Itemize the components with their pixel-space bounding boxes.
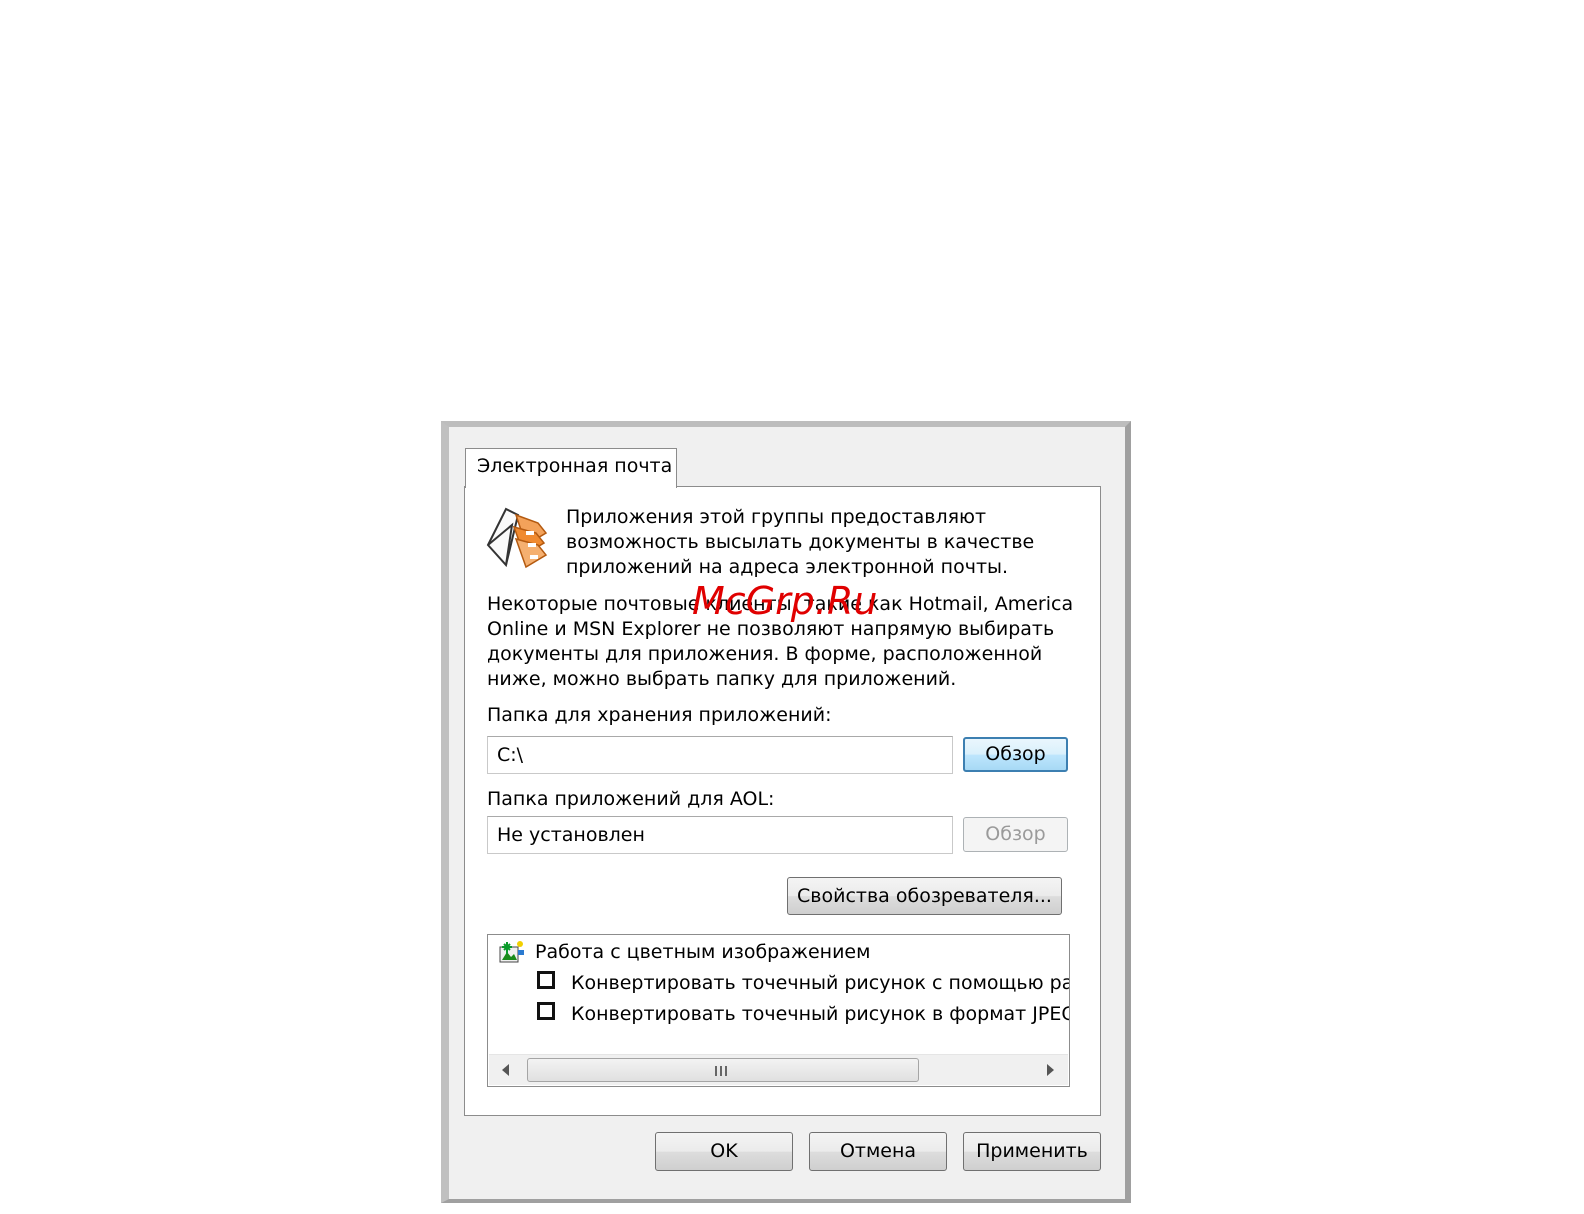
browser-properties-button[interactable]: Свойства обозревателя... bbox=[787, 877, 1062, 915]
attachments-browse-button[interactable]: Обзор bbox=[963, 737, 1068, 772]
scrollbar-thumb[interactable] bbox=[527, 1058, 919, 1082]
cancel-button[interactable]: Отмена bbox=[809, 1132, 947, 1171]
note-line-4: ниже, можно выбрать папку для приложений… bbox=[487, 668, 957, 690]
scroll-left-arrow-icon[interactable] bbox=[501, 1063, 511, 1077]
scroll-right-arrow-icon[interactable] bbox=[1045, 1063, 1055, 1077]
watermark: McGrp.Ru bbox=[692, 579, 878, 623]
attachments-folder-label: Папка для хранения приложений: bbox=[487, 704, 832, 726]
color-image-icon bbox=[499, 941, 524, 963]
attachments-folder-field[interactable]: C:\ bbox=[487, 736, 953, 774]
intro-line-2: возможность высылать документы в качеств… bbox=[566, 531, 1035, 553]
tab-email[interactable]: Электронная почта bbox=[465, 448, 677, 488]
aol-folder-field[interactable]: Не установлен bbox=[487, 816, 953, 854]
convert-bitmap-jpeg-checkbox[interactable] bbox=[537, 1002, 555, 1020]
convert-bitmap-compress-label: Конвертировать точечный рисунок с помощь… bbox=[571, 972, 1070, 994]
thumb-grip-icon bbox=[715, 1066, 727, 1076]
horizontal-scrollbar[interactable] bbox=[489, 1054, 1068, 1085]
intro-line-3: приложений на адреса электронной почты. bbox=[566, 556, 1009, 578]
tab-email-label: Электронная почта bbox=[477, 455, 673, 477]
email-attachment-icon bbox=[486, 507, 548, 569]
aol-folder-label: Папка приложений для AOL: bbox=[487, 788, 775, 810]
ok-button[interactable]: OK bbox=[655, 1132, 793, 1171]
convert-bitmap-compress-checkbox[interactable] bbox=[537, 971, 555, 989]
apply-button[interactable]: Применить bbox=[963, 1132, 1101, 1171]
aol-browse-button[interactable]: Обзор bbox=[963, 817, 1068, 852]
note-line-3: документы для приложения. В форме, распо… bbox=[487, 643, 1043, 665]
convert-bitmap-jpeg-label: Конвертировать точечный рисунок в формат… bbox=[571, 1003, 1070, 1025]
intro-line-1: Приложения этой группы предоставляют bbox=[566, 506, 987, 528]
color-options-group-label: Работа с цветным изображением bbox=[535, 941, 871, 963]
color-options-list[interactable]: Работа с цветным изображением Конвертиро… bbox=[487, 934, 1070, 1087]
